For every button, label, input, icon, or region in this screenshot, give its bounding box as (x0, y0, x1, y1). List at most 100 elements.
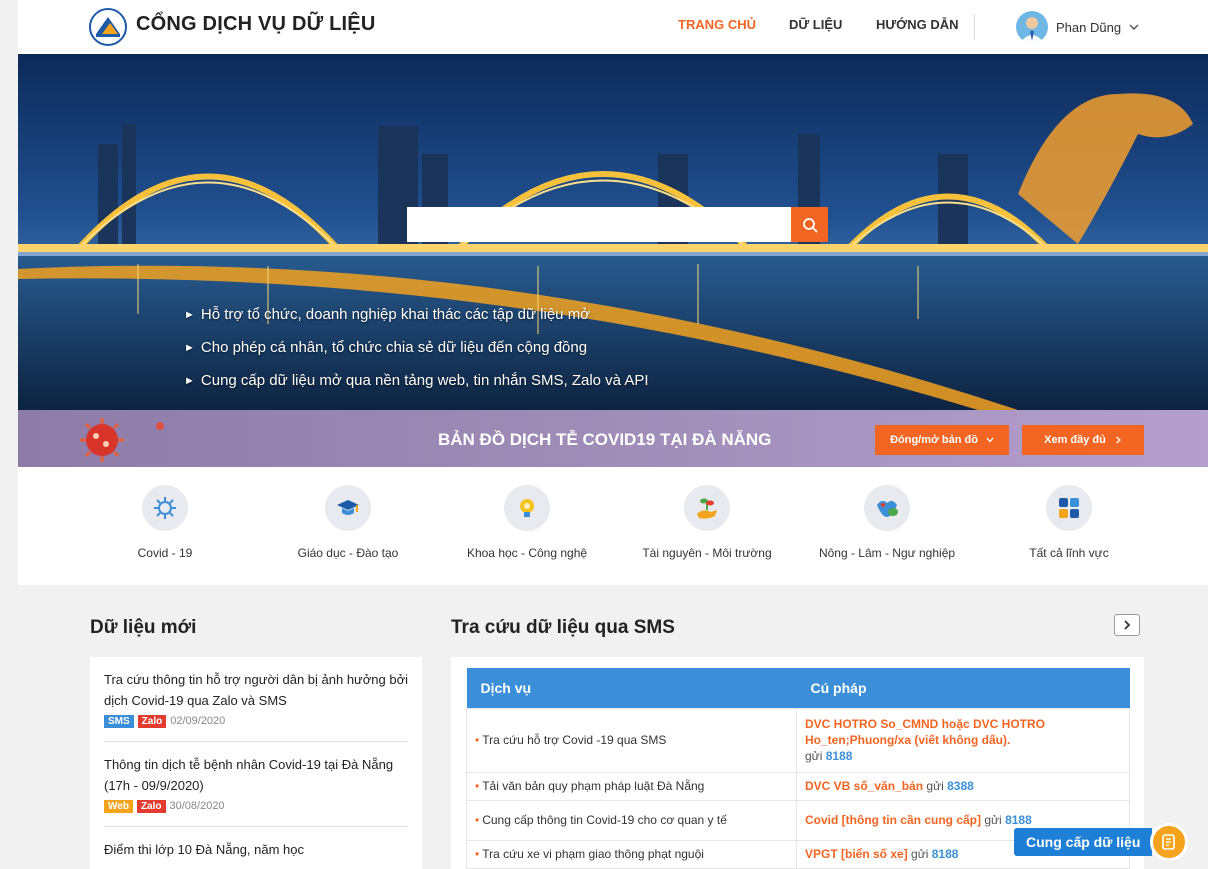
coronavirus-icon (80, 418, 164, 462)
column-header-syntax: Cú pháp (796, 668, 1130, 708)
hero-feature: ► Cho phép cá nhân, tổ chức chia sẻ dữ li… (184, 331, 649, 364)
search-icon (802, 217, 818, 233)
provide-data-label: Cung cấp dữ liệu (1014, 828, 1153, 856)
service-text: Tải văn bản quy phạm pháp luật Đà Nẵng (482, 779, 705, 793)
nav-home[interactable]: TRANG CHỦ (678, 17, 756, 32)
chevron-right-icon (1124, 620, 1131, 630)
syntax-cell: DVC HOTRO So_CMND hoặc DVC HOTRO Ho_ten;… (796, 707, 1130, 773)
covid-banner-title: BẢN ĐỒ DỊCH TỄ COVID19 TẠI ĐÀ NẴNG (438, 430, 772, 449)
nav-divider (974, 14, 975, 40)
service-cell: • Tra cứu hỗ trợ Covid -19 qua SMS (466, 707, 797, 773)
hero-feature: ► Hỗ trợ tổ chức, doanh nghiệp khai thác … (184, 298, 649, 331)
category-label: Giáo dục - Đào tạo (297, 546, 399, 560)
search-input[interactable] (407, 207, 791, 242)
category-agriculture[interactable]: Nông - Lâm - Ngư nghiệp (802, 485, 972, 560)
bullet-dot: • (475, 733, 480, 747)
sms-number: 8188 (931, 847, 959, 861)
category-covid[interactable]: Covid - 19 (80, 485, 250, 560)
triangle-bullet-icon: ► (184, 374, 195, 387)
lightbulb-icon (504, 485, 550, 531)
list-item: Thông tin dịch tễ bệnh nhân Covid-19 tại… (104, 741, 408, 814)
user-name: Phan Dũng (1056, 19, 1122, 35)
service-cell: • Cung cấp thông tin Covid-19 cho cơ quan… (466, 799, 797, 841)
new-data-title: Dữ liệu mới (90, 617, 197, 638)
toggle-map-label: Đóng/mở bản đồ (890, 434, 978, 446)
sms-command: DVC HOTRO So_CMND hoặc DVC HOTRO Ho_ten;… (805, 717, 1046, 747)
sms-section-title: Tra cứu dữ liệu qua SMS (451, 617, 675, 638)
triangle-bullet-icon: ► (184, 308, 195, 321)
category-bar: Covid - 19 Giáo dục - Đào tạo Khoa học -… (18, 467, 1208, 585)
provide-data-button[interactable]: Cung cấp dữ liệu (1014, 823, 1189, 861)
category-label: Covid - 19 (137, 546, 193, 560)
category-environment[interactable]: Tài nguyên - Môi trường (622, 485, 792, 560)
hero-feature: ► Cung cấp dữ liệu mở qua nền tảng web, t… (184, 364, 649, 397)
news-meta: SMS Zalo 02/09/2020 (104, 713, 408, 729)
site-title[interactable]: CỔNG DỊCH VỤ DỮ LIỆU (136, 13, 376, 36)
sms-badge: SMS (104, 714, 134, 728)
site-logo[interactable] (88, 8, 128, 46)
table-row: • Tra cứu hỗ trợ Covid -19 qua SMS DVC HO… (466, 707, 1130, 773)
graduation-cap-icon (325, 485, 371, 531)
bullet-dot: • (475, 847, 480, 861)
table-row: • Tải văn bản quy phạm pháp luật Đà Nẵng … (466, 771, 1130, 801)
send-word: gửi (911, 847, 929, 861)
category-label: Nông - Lâm - Ngư nghiệp (818, 546, 956, 560)
new-data-list: Tra cứu thông tin hỗ trợ người dân bị ản… (90, 657, 422, 869)
sms-command: VPGT [biển số xe] (805, 847, 908, 861)
sms-command: DVC VB số_văn_bản (805, 779, 924, 793)
nav-data[interactable]: DỮ LIỆU (789, 17, 842, 32)
nav-guide[interactable]: HƯỚNG DẪN (876, 17, 959, 32)
send-word: gửi (805, 749, 823, 763)
hero-feature-text: Cho phép cá nhân, tổ chức chia sẻ dữ liệ… (200, 339, 588, 356)
chevron-down-icon (986, 437, 994, 443)
chevron-down-icon (1129, 24, 1139, 30)
column-header-service: Dịch vụ (466, 668, 797, 708)
news-date: 30/08/2020 (169, 800, 225, 812)
toggle-map-button[interactable]: Đóng/mở bản đồ (875, 425, 1009, 455)
list-item: Điểm thi lớp 10 Đà Nẵng, năm học (104, 826, 408, 860)
view-full-map-button[interactable]: Xem đầy đủ (1022, 425, 1144, 455)
avatar (1016, 11, 1048, 43)
news-meta: Web Zalo 30/08/2020 (104, 798, 408, 814)
news-title[interactable]: Tra cứu thông tin hỗ trợ người dân bị ản… (104, 669, 408, 711)
view-full-label: Xem đầy đủ (1044, 434, 1106, 446)
service-text: Cung cấp thông tin Covid-19 cho cơ quan … (482, 813, 727, 827)
category-label: Khoa học - Công nghệ (466, 546, 588, 560)
hero-feature-text: Hỗ trợ tổ chức, doanh nghiệp khai thác c… (200, 306, 591, 323)
hero-banner: ► Hỗ trợ tổ chức, doanh nghiệp khai thác … (18, 54, 1208, 410)
syntax-cell: DVC VB số_văn_bản gửi 8388 (796, 771, 1130, 801)
grid-icon (1046, 485, 1092, 531)
chevron-right-icon (1115, 436, 1121, 444)
plant-hand-icon (684, 485, 730, 531)
search-button[interactable] (791, 207, 828, 242)
category-science[interactable]: Khoa học - Công nghệ (442, 485, 612, 560)
category-all[interactable]: Tất cả lĩnh vực (984, 485, 1154, 560)
send-word: gửi (926, 779, 944, 793)
agriculture-icon (864, 485, 910, 531)
virus-icon (142, 485, 188, 531)
category-label: Tài nguyên - Môi trường (642, 546, 772, 560)
document-edit-icon (1150, 823, 1189, 861)
site-header: CỔNG DỊCH VỤ DỮ LIỆU TRANG CHỦ DỮ LIỆU H… (18, 0, 1208, 54)
bullet-dot: • (475, 779, 480, 793)
news-date: 02/09/2020 (170, 715, 226, 727)
covid-map-banner: BẢN ĐỒ DỊCH TỄ COVID19 TẠI ĐÀ NẴNG Đóng/… (18, 410, 1208, 467)
category-education[interactable]: Giáo dục - Đào tạo (263, 485, 433, 560)
service-text: Tra cứu hỗ trợ Covid -19 qua SMS (482, 733, 667, 747)
service-cell: • Tra cứu xe vi phạm giao thông phạt nguộ… (466, 839, 797, 869)
send-word: gửi (984, 813, 1002, 827)
next-button[interactable] (1114, 614, 1140, 636)
list-item: Tra cứu thông tin hỗ trợ người dân bị ản… (90, 657, 422, 729)
sms-command: Covid [thông tin cần cung cấp] (805, 813, 981, 827)
hero-features: ► Hỗ trợ tổ chức, doanh nghiệp khai thác … (184, 298, 649, 397)
news-title[interactable]: Điểm thi lớp 10 Đà Nẵng, năm học (104, 839, 408, 860)
service-text: Tra cứu xe vi phạm giao thông phạt nguội (482, 847, 704, 861)
service-cell: • Tải văn bản quy phạm pháp luật Đà Nẵng (466, 771, 797, 801)
news-title[interactable]: Thông tin dịch tễ bệnh nhân Covid-19 tại… (104, 754, 408, 796)
zalo-badge: Zalo (137, 714, 167, 728)
sms-number: 8188 (825, 749, 853, 763)
triangle-bullet-icon: ► (184, 341, 195, 354)
category-label: Tất cả lĩnh vực (1029, 546, 1109, 560)
zalo-badge: Zalo (136, 799, 166, 813)
user-menu[interactable]: Phan Dũng (1016, 10, 1139, 44)
